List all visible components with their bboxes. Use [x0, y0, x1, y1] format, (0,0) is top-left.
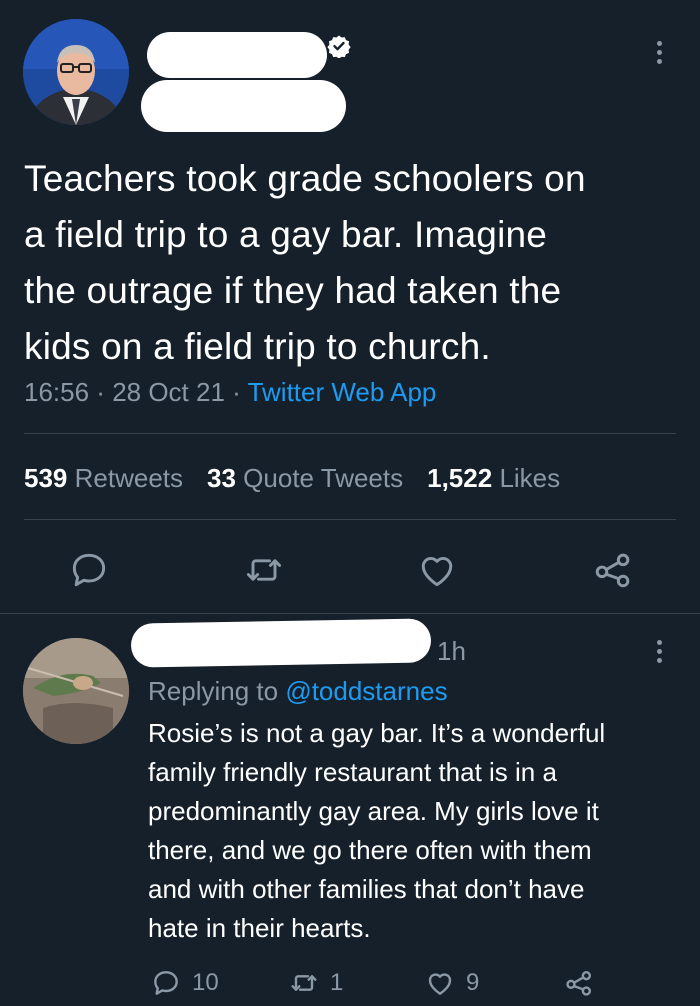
verified-badge-icon — [327, 34, 351, 59]
divider — [0, 613, 700, 614]
reply-author-avatar[interactable] — [23, 638, 129, 744]
reply-retweets-count: 1 — [330, 969, 344, 996]
reply-text: Rosie’s is not a gay bar. It’s a wonderf… — [148, 718, 606, 943]
likes-count: 1,522 — [427, 463, 493, 493]
reply-retweet-button[interactable]: 1 — [288, 967, 343, 999]
meta-separator: · — [224, 377, 248, 407]
tweet-source[interactable]: Twitter Web App — [248, 377, 437, 407]
tweet-text: Teachers took grade schoolers on a field… — [24, 158, 586, 367]
author-name-redaction — [147, 32, 327, 78]
reply-replies-count: 10 — [192, 969, 219, 996]
quotes-count: 33 — [207, 463, 236, 493]
retweet-icon — [288, 967, 320, 999]
reply-icon[interactable] — [67, 548, 111, 592]
share-icon — [563, 967, 595, 999]
share-icon[interactable] — [591, 548, 635, 592]
reply-author-photo — [23, 638, 129, 744]
divider — [24, 433, 676, 434]
reply-share-button[interactable] — [563, 967, 595, 999]
reply-more-options-icon[interactable] — [654, 640, 664, 663]
reply-icon — [150, 967, 182, 999]
divider — [24, 519, 676, 520]
like-icon[interactable] — [415, 548, 459, 592]
reply-likes-count: 9 — [466, 969, 480, 996]
tweet-date[interactable]: 28 Oct 21 — [112, 377, 225, 407]
author-avatar[interactable] — [23, 19, 129, 125]
replying-to: Replying to @toddstarnes — [148, 673, 448, 709]
tweet-stats: 539 Retweets 33 Quote Tweets 1,522 Likes — [24, 460, 584, 496]
meta-separator: · — [89, 377, 113, 407]
likes-label: Likes — [499, 463, 561, 493]
likes-stat[interactable]: 1,522 Likes — [427, 460, 560, 496]
author-handle-redaction — [141, 80, 346, 132]
like-icon — [424, 967, 456, 999]
reply-like-button[interactable]: 9 — [424, 967, 479, 999]
tweet-time[interactable]: 16:56 — [24, 377, 89, 407]
reply-time[interactable]: 1h — [437, 633, 466, 669]
more-options-icon[interactable] — [654, 41, 664, 64]
quote-tweets-stat[interactable]: 33 Quote Tweets — [207, 460, 403, 496]
author-photo — [23, 19, 129, 125]
tweet-metadata: 16:56 · 28 Oct 21 · Twitter Web App — [24, 374, 436, 410]
retweet-icon[interactable] — [242, 548, 286, 592]
reply-author-name-redaction — [130, 618, 432, 668]
replying-prefix: Replying to — [148, 676, 286, 706]
retweets-label: Retweets — [74, 463, 184, 493]
reply-reply-button[interactable]: 10 — [150, 967, 219, 999]
retweets-count: 539 — [24, 463, 68, 493]
quotes-label: Quote Tweets — [243, 463, 404, 493]
retweets-stat[interactable]: 539 Retweets — [24, 460, 183, 496]
replying-handle-link[interactable]: @toddstarnes — [285, 676, 447, 706]
